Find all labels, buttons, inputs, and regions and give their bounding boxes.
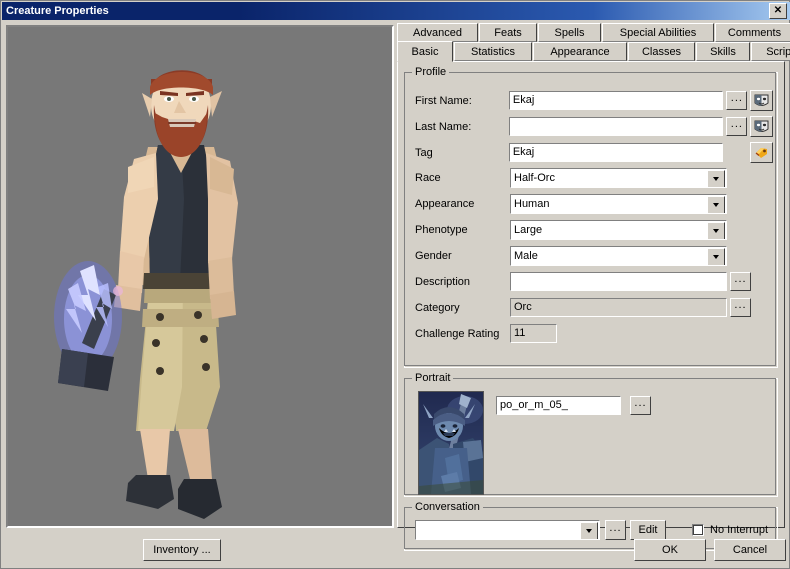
first-name-browse-button[interactable]: ... <box>726 91 748 110</box>
appearance-select[interactable]: Human <box>510 194 727 214</box>
tab-scripts[interactable]: Scripts <box>751 42 790 61</box>
portrait-image[interactable] <box>418 391 484 495</box>
tag-generate-button[interactable] <box>750 142 774 163</box>
profile-group: Profile First Name: Ekaj ... Last Name: … <box>404 66 778 368</box>
race-select[interactable]: Half-Orc <box>510 168 727 188</box>
tab-basic[interactable]: Basic <box>397 41 453 62</box>
portrait-browse-button[interactable]: ... <box>630 396 651 415</box>
title-bar: Creature Properties ✕ <box>2 2 790 20</box>
first-name-localize-button[interactable] <box>750 90 774 111</box>
challenge-rating-input[interactable]: 11 <box>509 323 558 344</box>
inventory-button[interactable]: Inventory ... <box>143 539 221 561</box>
tab-feats[interactable]: Feats <box>479 23 537 42</box>
creature-properties-window: Creature Properties ✕ Advanced Feats Spe… <box>0 0 790 569</box>
tab-appearance[interactable]: Appearance <box>533 42 627 61</box>
phenotype-value: Large <box>514 224 543 236</box>
category-input[interactable]: Orc <box>509 297 728 318</box>
last-name-localize-button[interactable] <box>750 116 774 137</box>
chevron-down-icon[interactable] <box>707 196 725 213</box>
portrait-group: Portrait po_or_m_05_ ... <box>404 372 778 497</box>
tab-special-abilities[interactable]: Special Abilities <box>602 23 714 42</box>
tag-label: Tag <box>415 146 433 159</box>
race-value: Half-Orc <box>514 172 555 184</box>
tab-row-lower: Basic Statistics Appearance Classes Skil… <box>397 41 790 62</box>
category-label: Category <box>415 301 460 314</box>
model-preview-viewport[interactable] <box>6 25 394 528</box>
ok-button[interactable]: OK <box>634 539 706 561</box>
first-name-input[interactable]: Ekaj <box>507 90 725 111</box>
chevron-down-icon[interactable] <box>707 248 725 265</box>
tab-skills[interactable]: Skills <box>696 42 750 61</box>
cancel-button[interactable]: Cancel <box>714 539 786 561</box>
conversation-group-label: Conversation <box>412 501 483 513</box>
tab-panel-basic: Profile First Name: Ekaj ... Last Name: … <box>397 61 785 551</box>
description-label: Description <box>415 275 471 288</box>
description-input[interactable] <box>509 271 728 292</box>
portrait-resref-input[interactable]: po_or_m_05_ <box>495 395 622 416</box>
last-name-label: Last Name: <box>415 120 472 133</box>
race-label: Race <box>415 172 441 184</box>
gender-select[interactable]: Male <box>510 246 727 266</box>
first-name-label: First Name: <box>415 94 472 107</box>
properties-pane: Advanced Feats Spells Special Abilities … <box>397 23 790 551</box>
profile-group-label: Profile <box>412 66 450 78</box>
mask-icon <box>754 120 769 132</box>
tab-classes[interactable]: Classes <box>628 42 695 61</box>
category-browse-button[interactable]: ... <box>730 298 751 317</box>
tag-input[interactable]: Ekaj <box>507 142 725 163</box>
tab-statistics[interactable]: Statistics <box>454 42 532 61</box>
phenotype-select[interactable]: Large <box>510 220 727 240</box>
mask-icon <box>754 94 769 106</box>
tab-row-upper: Advanced Feats Spells Special Abilities … <box>397 23 790 43</box>
tag-icon <box>755 147 768 158</box>
chevron-down-icon[interactable] <box>707 170 725 187</box>
gender-value: Male <box>514 250 538 262</box>
tab-spells[interactable]: Spells <box>538 23 601 42</box>
tab-advanced[interactable]: Advanced <box>397 23 478 42</box>
gender-label: Gender <box>415 250 452 262</box>
close-icon[interactable]: ✕ <box>769 3 787 19</box>
window-title: Creature Properties <box>6 5 109 17</box>
portrait-artwork <box>419 392 483 494</box>
appearance-value: Human <box>514 198 550 210</box>
tab-comments[interactable]: Comments <box>715 23 790 42</box>
challenge-rating-label: Challenge Rating <box>415 327 500 340</box>
last-name-browse-button[interactable]: ... <box>726 117 748 136</box>
appearance-label: Appearance <box>415 198 475 210</box>
chevron-down-icon[interactable] <box>707 222 725 239</box>
phenotype-label: Phenotype <box>415 224 468 236</box>
last-name-input[interactable] <box>507 116 725 137</box>
creature-model-render <box>8 27 392 526</box>
dialog-footer: Inventory ... OK Cancel <box>2 531 790 569</box>
description-browse-button[interactable]: ... <box>730 272 751 291</box>
portrait-group-label: Portrait <box>412 372 454 384</box>
